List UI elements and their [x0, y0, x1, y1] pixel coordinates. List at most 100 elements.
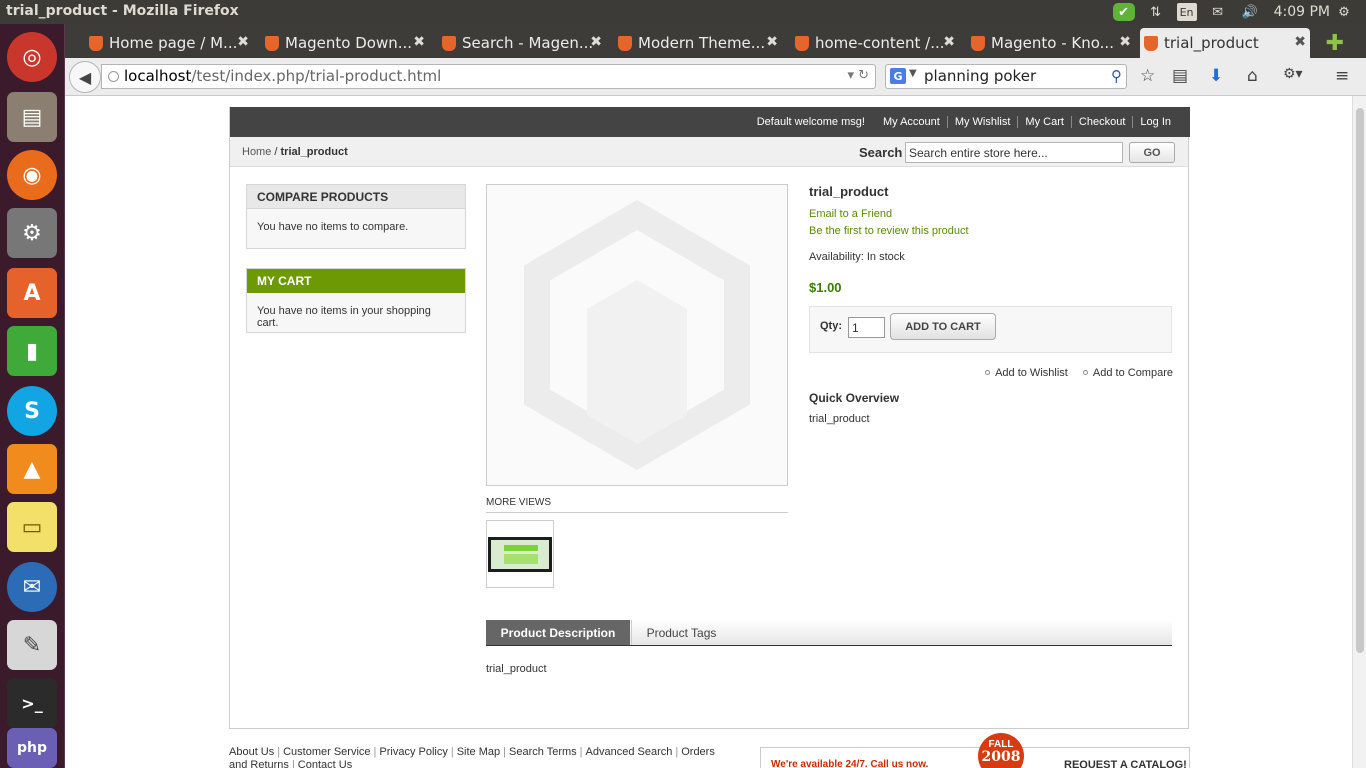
- mail-icon[interactable]: ✉: [1207, 3, 1229, 21]
- home-icon[interactable]: ⌂: [1247, 66, 1258, 86]
- network-arrows-icon[interactable]: ⇅: [1145, 3, 1167, 21]
- footer-customer-service-link[interactable]: Customer Service: [283, 746, 370, 758]
- search-icon[interactable]: ⚲: [1111, 67, 1122, 85]
- web-search-input[interactable]: planning poker: [924, 67, 1036, 85]
- footer-search-terms-link[interactable]: Search Terms: [509, 746, 577, 758]
- site-identity-globe-icon[interactable]: [108, 71, 119, 82]
- tab-close-icon[interactable]: ✖: [943, 34, 955, 50]
- downloads-arrow-icon[interactable]: ⬇: [1209, 66, 1223, 86]
- volume-icon[interactable]: 🔊: [1239, 3, 1261, 21]
- tab-trial-product[interactable]: trial_product ✖: [1140, 28, 1310, 58]
- checkout-link[interactable]: Checkout: [1070, 116, 1132, 128]
- web-search-bar[interactable]: G ▼ planning poker ⚲: [885, 64, 1127, 89]
- magento-favicon-icon: [795, 36, 809, 51]
- tab-close-icon[interactable]: ✖: [590, 34, 602, 50]
- tab-close-icon[interactable]: ✖: [237, 34, 249, 50]
- vlc-icon[interactable]: ▲: [7, 444, 57, 494]
- green-pipe-icon[interactable]: ▮: [7, 326, 57, 376]
- tab-close-icon[interactable]: ✖: [1119, 34, 1131, 50]
- url-bar[interactable]: localhost/test/index.php/trial-product.h…: [101, 64, 876, 89]
- email-friend-link[interactable]: Email to a Friend: [809, 208, 892, 220]
- footer-orders-link[interactable]: Orders: [681, 746, 715, 758]
- login-link[interactable]: Log In: [1132, 116, 1178, 128]
- bookmark-star-icon[interactable]: ☆: [1140, 66, 1155, 86]
- add-to-compare-link[interactable]: Add to Compare: [1093, 367, 1173, 379]
- breadcrumb: Home / trial_product: [242, 146, 348, 158]
- footer-orders-returns-link[interactable]: and Returns: [229, 759, 289, 768]
- tab-home-content[interactable]: home-content /... ✖: [791, 28, 959, 58]
- my-account-link[interactable]: My Account: [876, 116, 947, 128]
- chevron-down-icon[interactable]: ▼: [909, 68, 917, 79]
- addon-icon[interactable]: ⚙▾: [1283, 66, 1303, 82]
- thunderbird-icon[interactable]: ✉: [7, 562, 57, 612]
- url-history-dropdown-reload-icon[interactable]: ▾ ↻: [847, 68, 869, 83]
- add-to-wishlist-link[interactable]: Add to Wishlist: [995, 367, 1068, 379]
- system-settings-icon[interactable]: ⚙: [7, 208, 57, 258]
- url-path: /test/index.php/trial-product.html: [191, 67, 442, 85]
- page-scrollbar[interactable]: [1352, 96, 1366, 768]
- magento-favicon-icon: [1144, 36, 1158, 51]
- software-center-icon[interactable]: A: [7, 268, 57, 318]
- product-price: $1.00: [809, 280, 842, 295]
- breadcrumb-separator: /: [271, 146, 281, 158]
- footer-separator: |: [675, 746, 679, 758]
- menu-hamburger-icon[interactable]: ≡: [1335, 66, 1349, 86]
- search-go-button[interactable]: GO: [1129, 142, 1175, 163]
- update-check-icon[interactable]: ✔: [1112, 3, 1135, 21]
- new-tab-plus-icon[interactable]: ✚: [1326, 31, 1344, 56]
- tab-close-icon[interactable]: ✖: [413, 34, 425, 50]
- tab-modern-theme[interactable]: Modern Theme... ✖: [614, 28, 782, 58]
- footer-about-link[interactable]: About Us: [229, 746, 274, 758]
- sticky-notes-icon[interactable]: ▭: [7, 502, 57, 552]
- review-link[interactable]: Be the first to review this product: [809, 225, 969, 237]
- text-editor-icon[interactable]: ✎: [7, 620, 57, 670]
- files-icon[interactable]: ▤: [7, 92, 57, 142]
- compare-products-title: COMPARE PRODUCTS: [247, 185, 465, 209]
- reading-list-icon[interactable]: ▤: [1172, 66, 1188, 86]
- store-search-input[interactable]: [905, 142, 1123, 163]
- tab-home-page[interactable]: Home page / M... ✖: [85, 28, 253, 58]
- footer-sitemap-link[interactable]: Site Map: [457, 746, 500, 758]
- product-main-image[interactable]: [486, 184, 788, 486]
- tab-search-magento[interactable]: Search - Magen... ✖: [438, 28, 606, 58]
- product-thumbnail[interactable]: [486, 520, 554, 588]
- tab-close-icon[interactable]: ✖: [1294, 34, 1306, 50]
- clock[interactable]: 4:09 PM: [1274, 4, 1330, 20]
- system-tray: ✔ ⇅ En ✉ 🔊 4:09 PM ⚙: [1108, 0, 1366, 24]
- tab-label: home-content /...: [815, 34, 945, 52]
- tab-label: Magento - Kno...: [991, 34, 1114, 52]
- skype-icon[interactable]: S: [7, 386, 57, 436]
- qty-label: Qty:: [820, 320, 842, 332]
- php-icon[interactable]: php: [7, 728, 57, 768]
- magento-favicon-icon: [442, 36, 456, 51]
- breadcrumb-home-link[interactable]: Home: [242, 146, 271, 158]
- scrollbar-thumb[interactable]: [1356, 108, 1364, 653]
- tab-magento-knowledge[interactable]: Magento - Kno... ✖: [967, 28, 1135, 58]
- product-description-text: trial_product: [486, 663, 547, 675]
- my-wishlist-link[interactable]: My Wishlist: [946, 116, 1018, 128]
- tab-product-description[interactable]: Product Description: [486, 620, 630, 645]
- keyboard-layout-indicator[interactable]: En: [1176, 3, 1197, 21]
- more-views-heading: MORE VIEWS: [486, 497, 788, 513]
- add-to-cart-button[interactable]: ADD TO CART: [890, 313, 996, 340]
- terminal-icon[interactable]: >_: [7, 678, 57, 728]
- footer-privacy-link[interactable]: Privacy Policy: [379, 746, 447, 758]
- page-viewport: Default welcome msg! My Account My Wishl…: [65, 96, 1352, 768]
- power-gear-icon[interactable]: ⚙: [1333, 3, 1355, 21]
- tab-magento-downloads[interactable]: Magento Down... ✖: [261, 28, 429, 58]
- tab-close-icon[interactable]: ✖: [766, 34, 778, 50]
- tab-product-tags[interactable]: Product Tags: [631, 620, 731, 645]
- ubuntu-dash-icon[interactable]: ◎: [7, 32, 57, 82]
- my-cart-link[interactable]: My Cart: [1017, 116, 1071, 128]
- footer-separator: |: [450, 746, 454, 758]
- firefox-icon[interactable]: ◉: [7, 150, 57, 200]
- my-cart-block: MY CART You have no items in your shoppi…: [246, 268, 466, 333]
- welcome-message: Default welcome msg!: [756, 116, 865, 128]
- catalog-banner[interactable]: We're available 24/7. Call us now. FALL …: [760, 733, 1190, 768]
- footer-advanced-search-link[interactable]: Advanced Search: [586, 746, 673, 758]
- google-engine-icon[interactable]: G: [890, 68, 906, 84]
- qty-input[interactable]: [848, 317, 885, 338]
- footer-contact-link[interactable]: Contact Us: [298, 759, 352, 768]
- back-arrow-icon[interactable]: ◀: [69, 61, 101, 93]
- breadcrumb-current: trial_product: [280, 146, 348, 158]
